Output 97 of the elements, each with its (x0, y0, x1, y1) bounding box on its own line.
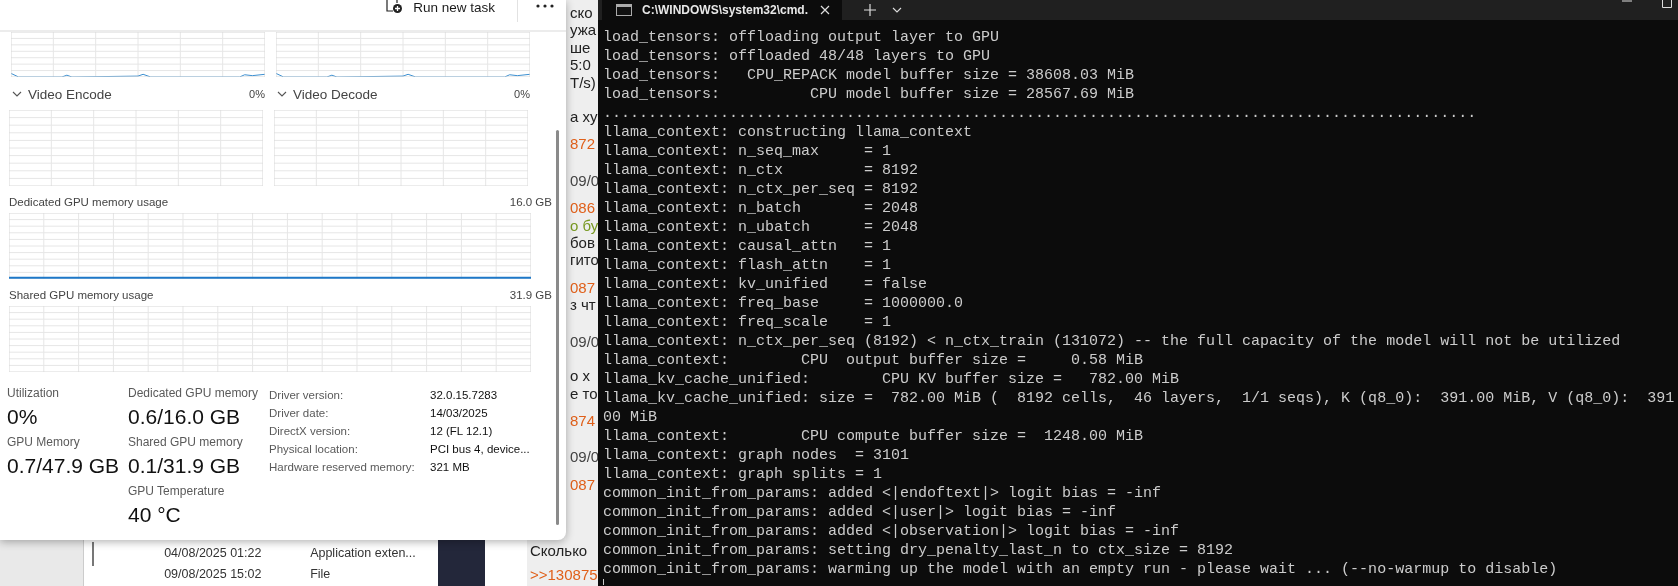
page-text: ско (570, 4, 593, 22)
terminal-line: llama_context: n_ubatch = 2048 (603, 218, 919, 237)
graph-value: 0% (514, 88, 530, 100)
graph-max: 31.9 GB (509, 289, 552, 303)
tab-title: C:\WINDOWS\system32\cmd. (642, 3, 809, 17)
detail-label: Hardware reserved memory: (269, 461, 416, 473)
scrollbar[interactable] (556, 130, 559, 525)
stat-label: GPU Temperature (128, 484, 225, 499)
terminal-line: llama_context: freq_base = 1000000.0 (603, 294, 964, 313)
terminal-line: llama_context: freq_scale = 1 (603, 313, 892, 332)
stat-value: 0.7/47.9 GB (7, 453, 120, 479)
page-text: 09/0 (570, 448, 598, 466)
terminal-line: llama_kv_cache_unified: size = 782.00 MiB ( 8192 cells, 46 layers, 1/1 seqs), K (q8_0): 391.00 MiB, V (q8_0): 391 (603, 389, 1675, 408)
page-text: о бу (570, 216, 598, 235)
terminal-line: llama_context: n_seq_max = 1 (603, 142, 892, 161)
page-text: бов (570, 234, 595, 252)
terminal-line: llama_context: kv_unified = false (603, 275, 928, 294)
terminal-line: llama_context: n_ctx = 8192 (603, 161, 919, 180)
page-text: ужа (570, 21, 597, 39)
graph-title: Dedicated GPU memory usage (9, 196, 169, 210)
terminal-line: llama_context: n_batch = 2048 (603, 199, 919, 218)
dark-panel (438, 540, 485, 586)
graph-title[interactable]: Video Encode (28, 86, 112, 102)
page-text: 872 (570, 135, 596, 153)
text-cursor (603, 579, 604, 585)
stat-label: Dedicated GPU memory (128, 386, 259, 401)
stat-label: Shared GPU memory (128, 435, 243, 450)
page-text: 09/0 (570, 171, 598, 190)
terminal-line: common_init_from_params: warming up the model with an empty run - please wait ... (--no-warmup to disable) (603, 560, 1558, 579)
stat-value: 0.1/31.9 GB (128, 453, 241, 479)
terminal-line: load_tensors: CPU model buffer size = 28567.69 MiB (603, 85, 1135, 104)
page-text: гито (570, 251, 598, 269)
terminal-line: load_tensors: CPU_REPACK model buffer size = 38608.03 MiB (603, 66, 1135, 85)
terminal-line: llama_context: graph nodes = 3101 (603, 446, 910, 465)
stat-label: Utilization (7, 386, 60, 401)
terminal-line: llama_context: CPU compute buffer size = 1248.00 MiB (603, 427, 1144, 446)
terminal-line: load_tensors: offloaded 48/48 layers to GPU (603, 47, 991, 66)
graph-title[interactable]: Video Decode (293, 86, 378, 102)
page-text: 5:0 (570, 56, 591, 74)
page-text: 874 (570, 411, 596, 430)
run-task-button[interactable]: Run new task (375, 0, 505, 14)
stat-label: GPU Memory (7, 435, 80, 450)
terminal-line: ................................................................................................. (603, 104, 1477, 123)
terminal-line: 00 MiB (603, 408, 657, 427)
close-icon[interactable] (820, 5, 830, 15)
graph-title: Shared GPU memory usage (9, 289, 154, 303)
detail-label: DirectX version: (269, 425, 352, 437)
chevron-down-icon[interactable] (277, 91, 287, 97)
graph-max: 16.0 GB (509, 196, 552, 210)
stat-value: 0% (7, 404, 38, 430)
file-type: Application exten... (310, 545, 416, 562)
page-text: T/s) (570, 73, 596, 92)
detail-value: 12 (FL 12.1) (430, 425, 493, 437)
page-text: 09/0 (570, 332, 598, 351)
terminal-line: llama_context: CPU output buffer size = 0.58 MiB (603, 351, 1144, 370)
file-date: 04/08/2025 01:22 (164, 545, 263, 562)
terminal-line: llama_context: causal_attn = 1 (603, 237, 892, 256)
stat-value: 0.6/16.0 GB (128, 404, 241, 430)
file-type: File (310, 566, 331, 583)
detail-value: 14/03/2025 (430, 407, 488, 419)
detail-value: 32.0.15.7283 (430, 389, 498, 401)
terminal-line: llama_context: constructing llama_context (603, 123, 973, 142)
terminal-icon (616, 4, 632, 16)
terminal-line: llama_context: graph splits = 1 (603, 465, 883, 484)
terminal-line: common_init_from_params: added <|user|> logit bias = -inf (603, 503, 1117, 522)
page-text: е то (570, 384, 598, 402)
page-text: з чт (570, 296, 596, 314)
terminal-line: llama_context: flash_attn = 1 (603, 256, 892, 275)
page-text: а ху (570, 108, 598, 126)
terminal-line: common_init_from_params: setting dry_penalty_last_n to ctx_size = 8192 (603, 541, 1234, 560)
page-text: 087 (570, 475, 596, 494)
terminal-line: llama_kv_cache_unified: CPU KV buffer size = 782.00 MiB (603, 370, 1180, 389)
minimize-icon[interactable] (1622, 0, 1632, 4)
page-text: Сколько (530, 542, 588, 560)
terminal-line: llama_context: n_ctx_per_seq (8192) < n_ctx_train (131072) -- the full capacity of the model will not be utilized (603, 332, 1621, 351)
file-date: 09/08/2025 15:02 (164, 566, 263, 583)
terminal-line: common_init_from_params: added <|observation|> logit bias = -inf (603, 522, 1180, 541)
page-text: о х (570, 367, 590, 385)
detail-label: Driver date: (269, 407, 330, 419)
page-text: 087 (570, 278, 596, 297)
more-icon[interactable] (536, 4, 554, 8)
detail-label: Physical location: (269, 443, 359, 455)
terminal-line: load_tensors: offloading output layer to GPU (603, 28, 1000, 47)
detail-value: PCI bus 4, device... (430, 443, 530, 455)
terminal-line: common_init_from_params: added <|endoftext|> logit bias = -inf (603, 484, 1162, 503)
terminal-tab[interactable]: C:\WINDOWS\system32\cmd. (602, 0, 842, 20)
maximize-icon[interactable] (1662, 0, 1672, 8)
stat-value: 40 °C (128, 502, 181, 528)
detail-value: 321 MB (430, 461, 470, 473)
detail-label: Driver version: (269, 389, 345, 401)
page-text: >>130875 (530, 566, 598, 584)
page-text: ше (570, 38, 591, 57)
page-text: 086 (570, 199, 596, 217)
terminal-line: llama_context: n_ctx_per_seq = 8192 (603, 180, 919, 199)
new-tab-icon[interactable] (864, 4, 876, 16)
graph-value: 0% (249, 88, 265, 100)
chevron-down-icon[interactable] (12, 91, 22, 97)
